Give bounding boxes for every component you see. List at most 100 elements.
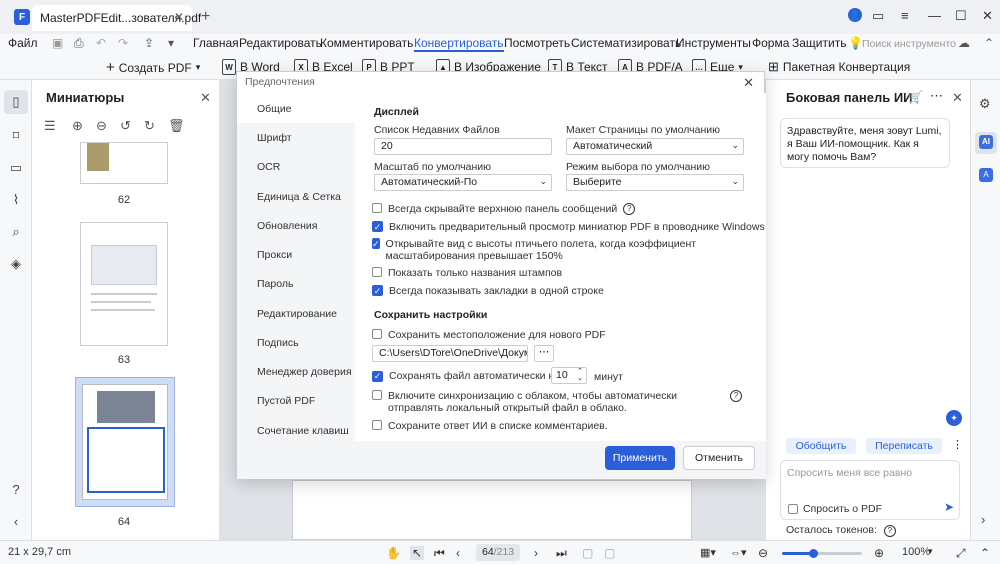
menu-comment[interactable]: Комментировать — [320, 36, 413, 50]
menu-view[interactable]: Посмотреть — [504, 36, 570, 50]
nav-updates[interactable]: Обновления — [257, 220, 317, 232]
more-vertical-icon[interactable]: ⋮ — [952, 438, 963, 451]
close-icon[interactable]: ✕ — [952, 90, 963, 106]
nav-units-grid[interactable]: Единица & Сетка — [257, 191, 341, 203]
batch-convert-button[interactable]: ⊞ Пакетная Конвертация — [768, 59, 910, 75]
menu-icon[interactable]: ≡ — [901, 8, 909, 23]
cloud-upload-icon[interactable]: ☁ — [958, 36, 970, 50]
fullscreen-icon[interactable]: ⤢ — [956, 546, 966, 561]
last-page-icon[interactable]: ⏭ — [556, 546, 567, 561]
menu-form[interactable]: Форма — [752, 36, 789, 50]
menu-convert[interactable]: Конвертировать — [414, 36, 504, 52]
first-page-icon[interactable]: ⏮ — [434, 546, 445, 561]
menu-organize[interactable]: Систематизировать — [571, 36, 681, 50]
rotate-right-icon[interactable]: ↻ — [144, 118, 155, 134]
layers-icon[interactable]: ◈ — [8, 256, 24, 272]
menu-protect[interactable]: Защитить — [792, 36, 846, 50]
checkbox-box[interactable] — [372, 390, 382, 400]
comment-icon[interactable]: ▭ — [8, 160, 24, 176]
zoom-slider[interactable] — [782, 549, 862, 558]
stepper-arrows-icon[interactable]: ⌃ ⌄ — [577, 368, 583, 382]
document-tab[interactable]: MasterPDFEdit...зователя.pdf ✕ — [32, 5, 201, 31]
save-path-input[interactable]: C:\Users\DTore\OneDrive\Документы — [372, 345, 528, 362]
close-tab-icon[interactable]: ✕ — [174, 10, 184, 24]
zoom-level[interactable]: 100% — [902, 546, 930, 558]
minimize-icon[interactable]: — — [928, 8, 941, 23]
checkbox-box[interactable] — [788, 504, 798, 514]
attachment-icon[interactable]: ⌇ — [8, 192, 24, 208]
redo-icon[interactable]: ↷ — [118, 36, 128, 50]
recent-files-input[interactable]: 20 — [374, 138, 552, 155]
checkbox-box[interactable] — [372, 420, 382, 430]
maximize-icon[interactable]: ☐ — [955, 8, 967, 24]
close-icon[interactable]: ✕ — [200, 90, 211, 106]
help-icon[interactable]: ? — [8, 482, 24, 498]
selected-thumbnail-frame[interactable] — [75, 377, 175, 507]
zoom-slider-handle[interactable] — [809, 549, 818, 558]
menu-file[interactable]: Файл — [8, 36, 38, 50]
next-page-icon[interactable]: › — [534, 546, 538, 560]
ai-assistant-icon[interactable]: ✦ — [946, 410, 962, 426]
dropdown-icon[interactable]: ▾ — [168, 36, 174, 50]
rotate-view-icon[interactable]: ▢ — [604, 546, 615, 560]
nav-editing[interactable]: Редактирование — [257, 308, 337, 320]
select-tool-icon[interactable]: ↖ — [410, 546, 425, 560]
rotate-left-icon[interactable]: ↺ — [120, 118, 131, 134]
checkbox-checked[interactable]: ✓ — [372, 221, 383, 232]
rewrite-button[interactable]: Переписать — [866, 438, 942, 454]
zoom-in-icon[interactable]: ⊕ — [874, 546, 884, 560]
nav-proxy[interactable]: Прокси — [257, 249, 292, 261]
checkbox-box[interactable] — [372, 329, 382, 339]
expand-icon[interactable]: ⌃ — [984, 36, 994, 50]
nav-signature[interactable]: Подпись — [257, 337, 299, 349]
tool-search-input[interactable]: Поиск инструменто — [862, 38, 956, 50]
search-icon[interactable]: ⌕ — [8, 224, 24, 240]
default-zoom-select[interactable]: Автоматический-По ⌄ — [374, 174, 552, 191]
fit-width-icon[interactable]: ⇔▾ — [730, 546, 747, 559]
menu-home[interactable]: Главная — [193, 36, 239, 50]
collapse-icon[interactable]: ⌃ — [980, 546, 990, 560]
settings-sliders-icon[interactable]: ⚙ — [979, 96, 991, 112]
checkbox-checked[interactable]: ✓ — [372, 238, 380, 249]
translate-icon[interactable]: A — [979, 168, 993, 182]
cart-icon[interactable]: 🛒 — [908, 90, 923, 104]
print-icon[interactable]: ⎙ — [74, 36, 84, 51]
undo-icon[interactable]: ↶ — [96, 36, 106, 50]
delete-icon[interactable]: 🗑 — [168, 118, 185, 134]
save-icon[interactable]: ▣ — [52, 36, 63, 50]
zoom-in-icon[interactable]: ⊕ — [72, 118, 83, 134]
thumbnail-preview-option[interactable]: ✓ Включить предварительный просмотр мини… — [372, 221, 765, 233]
collapse-left-icon[interactable]: ‹ — [8, 514, 24, 530]
nav-password[interactable]: Пароль — [257, 278, 293, 290]
nav-font[interactable]: Шрифт — [257, 132, 292, 144]
close-window-icon[interactable]: ✕ — [982, 8, 993, 24]
page-number-input[interactable]: 64/213 — [476, 544, 520, 561]
page-mode-icon[interactable]: ▦▾ — [700, 546, 716, 559]
browse-button[interactable]: ⋯ — [534, 345, 554, 362]
checkbox-checked[interactable]: ✓ — [372, 285, 383, 296]
autosave-interval-stepper[interactable]: 10 ⌃ ⌄ — [551, 367, 587, 384]
zoom-out-icon[interactable]: ⊖ — [758, 546, 768, 560]
fit-page-icon[interactable]: ▢ — [582, 546, 593, 560]
ask-pdf-checkbox[interactable]: Спросить о PDF — [788, 503, 882, 515]
nav-blank-pdf[interactable]: Пустой PDF — [257, 395, 315, 407]
hide-message-bar-option[interactable]: Всегда скрывайте верхнюю панель сообщени… — [372, 203, 636, 215]
checkbox-checked[interactable]: ✓ — [372, 370, 383, 382]
help-icon[interactable]: ? — [623, 203, 636, 215]
collapse-right-icon[interactable]: › — [981, 512, 985, 527]
checkbox-box[interactable] — [372, 203, 382, 213]
birdview-option[interactable]: ✓ Открывайте вид с высоты птичьего полет… — [372, 238, 722, 262]
checkbox-box[interactable] — [372, 267, 382, 277]
ai-icon[interactable]: AI — [979, 135, 993, 149]
new-tab-button[interactable]: + — [201, 8, 210, 26]
summarize-button[interactable]: Обобщить — [786, 438, 856, 454]
stamp-names-option[interactable]: Показать только названия штампов — [372, 267, 562, 279]
nav-general[interactable]: Общие — [257, 103, 292, 115]
page-thumbnail-63[interactable] — [80, 222, 168, 346]
nav-trust-manager[interactable]: Менеджер доверия — [257, 366, 352, 378]
list-view-icon[interactable]: ☰ — [44, 118, 56, 134]
menu-edit[interactable]: Редактировать — [239, 36, 322, 50]
apply-button[interactable]: Применить — [605, 446, 675, 470]
close-icon[interactable]: ✕ — [743, 75, 754, 91]
feedback-icon[interactable]: ▭ — [872, 8, 884, 24]
